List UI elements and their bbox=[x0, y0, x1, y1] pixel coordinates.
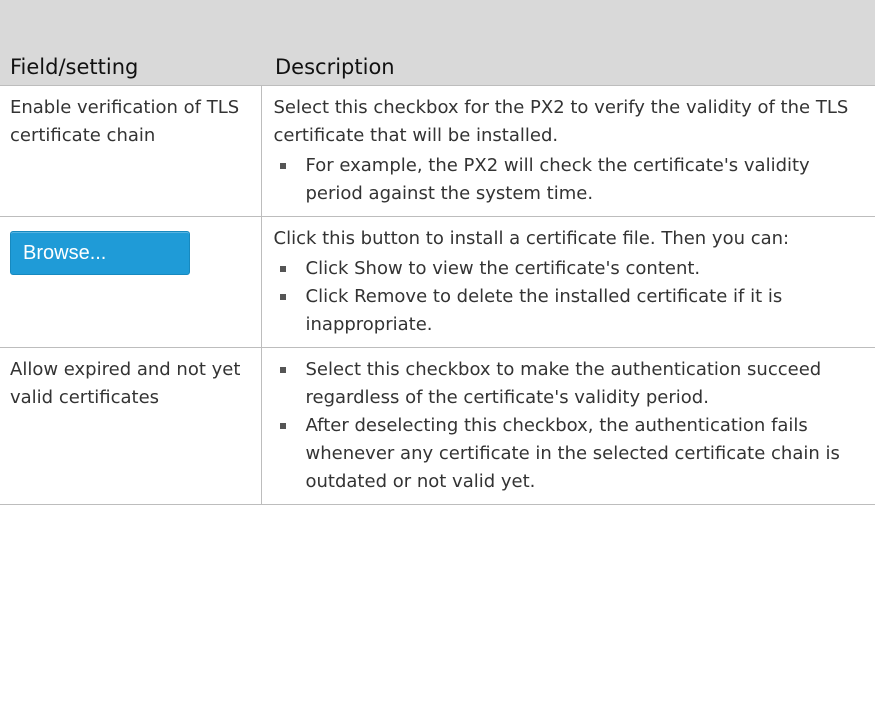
description-text: Select this checkbox for the PX2 to veri… bbox=[273, 96, 849, 146]
square-bullet-icon bbox=[279, 422, 286, 429]
square-bullet-icon bbox=[279, 265, 286, 272]
header-description: Description bbox=[261, 42, 875, 85]
field-cell: Enable verification of TLS certificate c… bbox=[0, 84, 262, 217]
description-cell: Click this button to install a certifica… bbox=[260, 215, 875, 348]
bullet-item: For example, the PX2 will check the cert… bbox=[274, 152, 870, 208]
bullet-text: After deselecting this checkbox, the aut… bbox=[305, 414, 840, 492]
bullet-list: For example, the PX2 will check the cert… bbox=[274, 152, 870, 208]
description-cell: Select this checkbox for the PX2 to veri… bbox=[260, 84, 875, 217]
bullet-item: Click Show to view the certificate's con… bbox=[274, 255, 870, 283]
settings-table: Field/setting Description Enable verific… bbox=[0, 0, 875, 505]
bullet-list: Click Show to view the certificate's con… bbox=[274, 255, 870, 339]
square-bullet-icon bbox=[279, 293, 286, 300]
field-cell: Allow expired and not yet valid certific… bbox=[0, 346, 262, 505]
table-header-row: Field/setting Description bbox=[0, 42, 875, 85]
field-cell: Browse... bbox=[0, 215, 262, 348]
table-row: Allow expired and not yet valid certific… bbox=[0, 346, 875, 505]
description-cell: Select this checkbox to make the authent… bbox=[260, 346, 875, 505]
bullet-item: Click Remove to delete the installed cer… bbox=[274, 283, 870, 339]
bullet-item: After deselecting this checkbox, the aut… bbox=[274, 412, 870, 496]
bullet-text: Click Show to view the certificate's con… bbox=[305, 257, 701, 279]
description-text: Click this button to install a certifica… bbox=[273, 227, 790, 249]
bullet-text: Click Remove to delete the installed cer… bbox=[305, 285, 783, 335]
bullet-text: For example, the PX2 will check the cert… bbox=[305, 154, 810, 204]
browse-button[interactable]: Browse... bbox=[10, 230, 190, 275]
bullet-list: Select this checkbox to make the authent… bbox=[274, 356, 870, 496]
field-label: Enable verification of TLS certificate c… bbox=[10, 96, 240, 146]
field-label: Allow expired and not yet valid certific… bbox=[10, 358, 241, 408]
square-bullet-icon bbox=[279, 162, 286, 169]
bullet-text: Select this checkbox to make the authent… bbox=[305, 358, 822, 408]
table-row: Browse... Click this button to install a… bbox=[0, 215, 875, 348]
table-row: Enable verification of TLS certificate c… bbox=[0, 84, 875, 217]
table-header-spacer bbox=[0, 0, 875, 42]
square-bullet-icon bbox=[279, 366, 286, 373]
bullet-item: Select this checkbox to make the authent… bbox=[274, 356, 870, 412]
header-field-setting: Field/setting bbox=[0, 42, 261, 85]
